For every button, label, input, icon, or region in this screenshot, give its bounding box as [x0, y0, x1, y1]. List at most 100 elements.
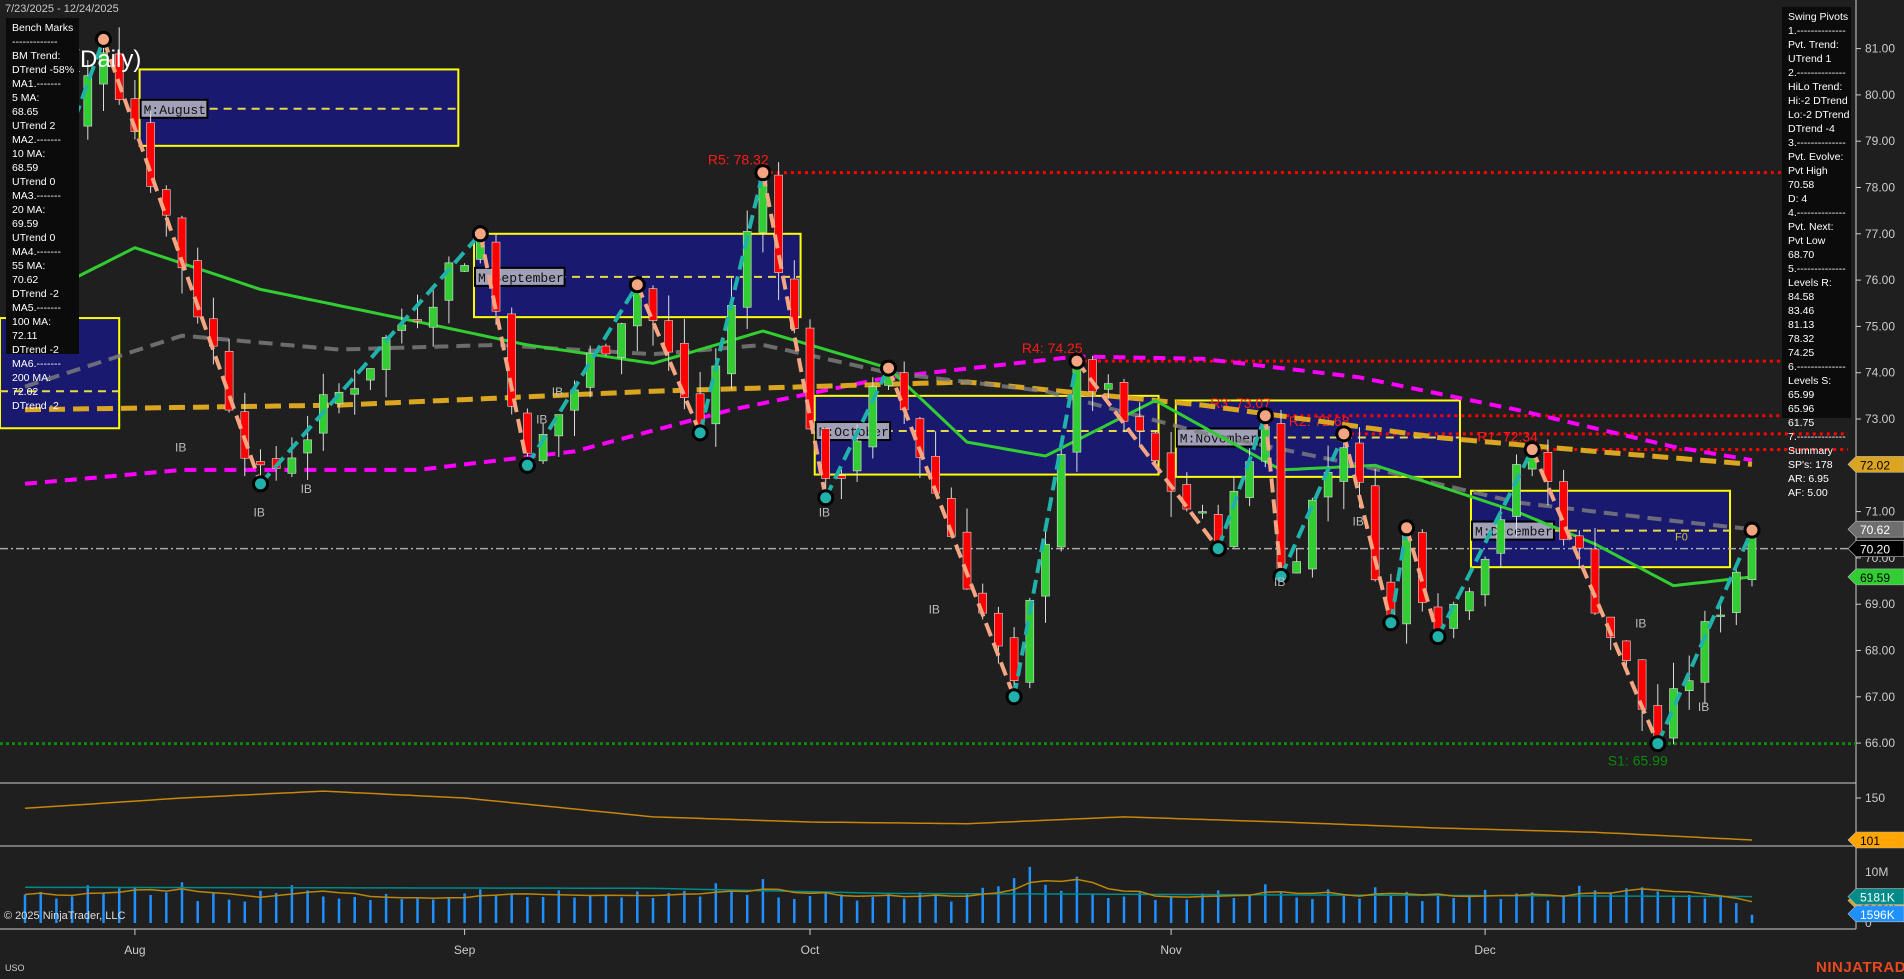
pivot-low-marker [819, 491, 833, 505]
panel-line: UTrend 0 [12, 231, 73, 245]
candle-body [366, 369, 374, 381]
candle-body [147, 123, 155, 187]
pivot-high-marker [97, 32, 111, 46]
pivot-low-marker [1007, 690, 1021, 704]
price-tick-label: 78.00 [1865, 181, 1895, 195]
date-tick-label: Nov [1160, 943, 1181, 957]
panel-line: 20 MA: [12, 203, 73, 217]
date-tick-label: Dec [1474, 943, 1495, 957]
price-tick-label: 67.00 [1865, 690, 1895, 704]
copyright: © 2025 NinjaTrader, LLC [4, 910, 125, 922]
panel-line: AR: 6.95 [1788, 472, 1845, 486]
panel-line: DTrend -2 [12, 343, 73, 357]
panel-line: 6.-------------- [1788, 360, 1845, 374]
price-chart[interactable]: 81.0080.0079.0078.0077.0076.0075.0074.00… [0, 0, 1904, 979]
candle-body [257, 461, 265, 464]
panel-line: 69.59 [12, 217, 73, 231]
pivot-low-marker [1211, 542, 1225, 556]
inside-bar-mark: IB [175, 441, 186, 455]
inside-bar-mark: IB [1635, 616, 1646, 630]
badge-text: 70.62 [1860, 523, 1890, 537]
panel-line: Pvt Low [1788, 234, 1845, 248]
oscillator-line [25, 791, 1752, 840]
panel-line: Pvt. Trend: [1788, 38, 1845, 52]
panel-line: MA1.------- [12, 77, 73, 91]
badge-text: 69.59 [1860, 571, 1890, 585]
candle-body [1293, 562, 1301, 573]
axis-value-badge: 101 [1848, 832, 1904, 848]
candle-body [994, 613, 1002, 646]
pivot-high-marker [473, 227, 487, 241]
ninjatrader-logo: NINJATRADER [1816, 959, 1904, 976]
panel-line: 7.-------------- [1788, 430, 1845, 444]
date-range: 7/23/2025 - 12/24/2025 [5, 3, 119, 15]
badge-text: 1596K [1860, 908, 1895, 922]
price-tick-label: 73.00 [1865, 412, 1895, 426]
panel-line: Bench Marks [12, 21, 73, 35]
bench-marks-panel: Bench Marks-------------BM Trend:DTrend … [6, 18, 79, 354]
panel-line: Pvt High [1788, 164, 1845, 178]
candle-body [837, 476, 845, 479]
panel-line: Lo:-2 DTrend [1788, 108, 1845, 122]
candle-body [1513, 464, 1521, 516]
candle-body [822, 429, 830, 479]
panel-line: 3.-------------- [1788, 136, 1845, 150]
candle-body [1591, 549, 1599, 613]
pivot-low-marker [520, 458, 534, 472]
axis-value-badge: 5181K [1848, 889, 1904, 905]
inside-bar-mark: IB [1353, 515, 1364, 529]
candle-body [304, 440, 312, 453]
panel-line: DTrend -58% [12, 63, 73, 77]
panel-line: MA3.------- [12, 189, 73, 203]
panel-line: UTrend 1 [1788, 52, 1845, 66]
candle-body [162, 190, 170, 216]
panel-line: DTrend -2 [12, 287, 73, 301]
panel-line: 65.96 [1788, 402, 1845, 416]
pivot-high-marker [630, 278, 644, 292]
panel-line: Pvt. Next: [1788, 220, 1845, 234]
price-tick-label: 66.00 [1865, 736, 1895, 750]
panel-line: MA4.------- [12, 245, 73, 259]
panel-line: UTrend 2 [12, 119, 73, 133]
panel-line: UTrend 0 [12, 175, 73, 189]
price-tick-label: 69.00 [1865, 597, 1895, 611]
panel-line: 72.11 [12, 329, 73, 343]
panel-line: 10 MA: [12, 147, 73, 161]
inside-bar-mark: IB [929, 603, 940, 617]
symbol-label: USO [5, 963, 25, 973]
pivot-high-marker [1258, 409, 1272, 423]
panel-line: 68.70 [1788, 248, 1845, 262]
panel-line: 84.58 [1788, 290, 1845, 304]
pivot-low-marker [1431, 630, 1445, 644]
panel-line: Levels R: [1788, 276, 1845, 290]
candle-body [900, 373, 908, 410]
panel-line: D: 4 [1788, 192, 1845, 206]
panel-line: Levels S: [1788, 374, 1845, 388]
badge-text: 5181K [1860, 891, 1895, 905]
candle-body [1403, 528, 1411, 624]
panel-line: 61.75 [1788, 416, 1845, 430]
axis-value-badge: 1596K [1848, 906, 1904, 922]
interval-label: (Daily) [72, 46, 141, 74]
candle-body [1465, 592, 1473, 611]
inside-bar-mark: IB [301, 482, 312, 496]
candle-body [853, 441, 861, 471]
inside-bar-mark: IB [536, 413, 547, 427]
panel-line: HiLo Trend: [1788, 80, 1845, 94]
panel-line: SP's: 178 [1788, 458, 1845, 472]
support-label: S1: 65.99 [1608, 753, 1668, 769]
panel-line: 1.-------------- [1788, 24, 1845, 38]
panel-line: MA2.------- [12, 133, 73, 147]
date-tick-label: Aug [124, 943, 145, 957]
pivot-high-marker [1525, 443, 1539, 457]
panel-line: 5.-------------- [1788, 262, 1845, 276]
candle-body [712, 366, 720, 424]
panel-line: 5 MA: [12, 91, 73, 105]
price-tick-label: 79.00 [1865, 134, 1895, 148]
osc-tick-label: 150 [1865, 791, 1885, 805]
price-tick-label: 68.00 [1865, 644, 1895, 658]
panel-line: 65.99 [1788, 388, 1845, 402]
candle-body [806, 328, 814, 429]
candle-body [1575, 536, 1583, 548]
panel-line: ------------- [12, 35, 73, 49]
